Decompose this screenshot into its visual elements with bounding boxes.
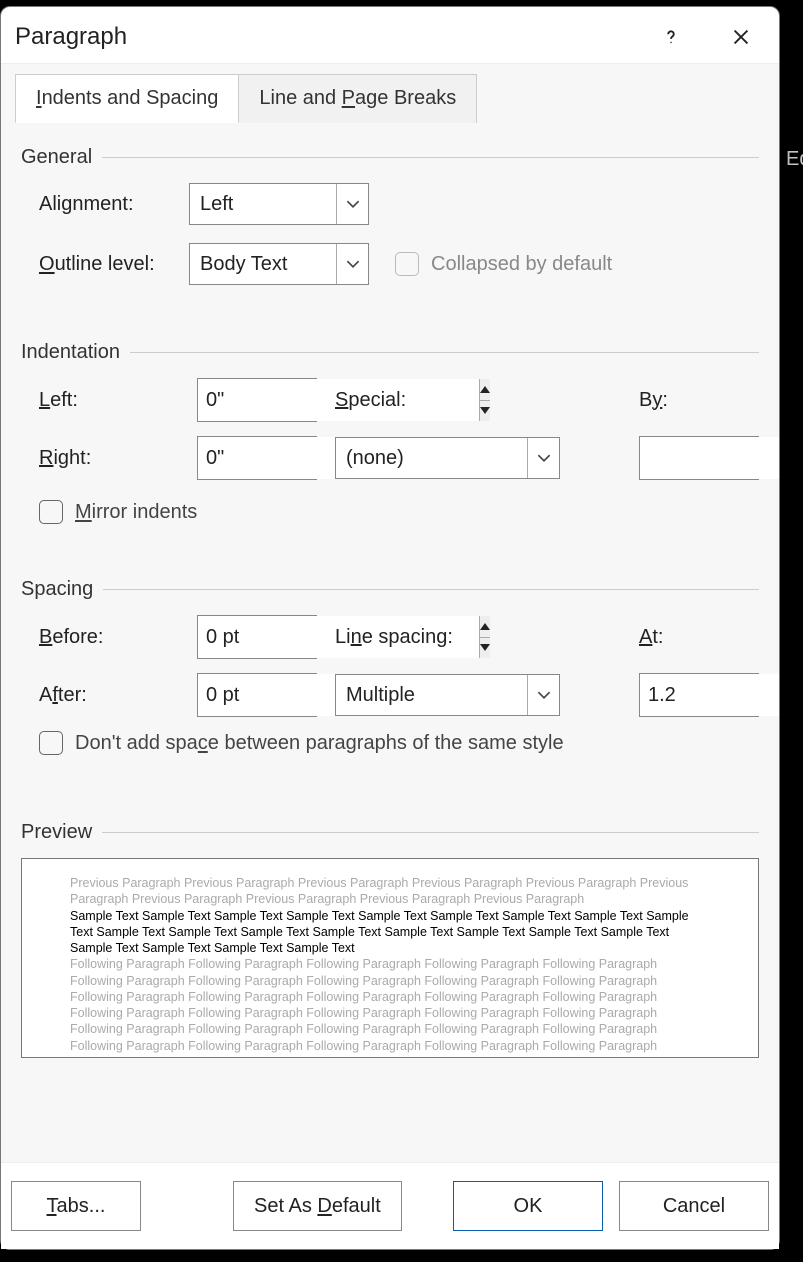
line-spacing-select[interactable]: Multiple (335, 674, 560, 716)
special-select[interactable]: (none) (335, 437, 560, 479)
collapsed-checkbox (395, 252, 419, 276)
outline-level-label: Outline level: (39, 253, 189, 276)
special-label: Special: (335, 389, 621, 412)
collapsed-label: Collapsed by default (431, 253, 612, 276)
chevron-down-icon (336, 184, 368, 224)
mirror-indents-label: Mirror indents (75, 501, 197, 524)
no-add-space-checkbox[interactable] (39, 731, 63, 755)
indent-right-label: Right: (39, 447, 179, 470)
general-section-title: General (21, 146, 759, 169)
close-button[interactable] (721, 17, 761, 57)
preview-box: Previous Paragraph Previous Paragraph Pr… (21, 858, 759, 1058)
chevron-down-icon (336, 244, 368, 284)
mirror-indents-checkbox[interactable] (39, 500, 63, 524)
tab-line-page-breaks[interactable]: Line and Page Breaks (238, 74, 477, 123)
no-add-space-label: Don't add space between paragraphs of th… (75, 732, 564, 755)
dialog-footer: Tabs... Set As Default OK Cancel (1, 1162, 779, 1249)
indentation-section-title: Indentation (21, 341, 759, 364)
alignment-select[interactable]: Left (189, 183, 369, 225)
indent-left-label: Left: (39, 389, 179, 412)
cancel-button[interactable]: Cancel (619, 1181, 769, 1231)
spacing-section-title: Spacing (21, 578, 759, 601)
before-label: Before: (39, 626, 179, 649)
set-as-default-button[interactable]: Set As Default (233, 1181, 402, 1231)
help-button[interactable] (651, 17, 691, 57)
preview-following-text: Following Paragraph Following Paragraph … (70, 956, 710, 1054)
at-spinner[interactable] (639, 673, 759, 717)
background-text: Ed (786, 148, 803, 171)
chevron-down-icon (527, 675, 559, 715)
paragraph-dialog: Paragraph Indents and Spacing Line and P… (0, 6, 780, 1250)
alignment-label: Alignment: (39, 193, 189, 216)
by-input[interactable] (640, 437, 779, 479)
titlebar: Paragraph (1, 7, 779, 63)
dialog-title: Paragraph (15, 23, 127, 51)
tab-indents-spacing[interactable]: Indents and Spacing (15, 74, 239, 123)
ok-button[interactable]: OK (453, 1181, 603, 1231)
preview-sample-text: Sample Text Sample Text Sample Text Samp… (70, 908, 710, 957)
preview-previous-text: Previous Paragraph Previous Paragraph Pr… (70, 875, 710, 908)
after-spinner[interactable] (197, 673, 317, 717)
at-input[interactable] (640, 674, 779, 716)
tabs-button[interactable]: Tabs... (11, 1181, 141, 1231)
tab-strip: Indents and Spacing Line and Page Breaks (15, 74, 765, 123)
after-label: After: (39, 684, 179, 707)
indent-left-spinner[interactable] (197, 378, 317, 422)
preview-section-title: Preview (21, 821, 759, 844)
chevron-down-icon (527, 438, 559, 478)
by-label: By: (639, 389, 668, 412)
by-spinner[interactable] (639, 436, 759, 480)
line-spacing-label: Line spacing: (335, 626, 621, 649)
before-spinner[interactable] (197, 615, 317, 659)
indent-right-spinner[interactable] (197, 436, 317, 480)
outline-level-select[interactable]: Body Text (189, 243, 369, 285)
at-label: At: (639, 626, 759, 649)
